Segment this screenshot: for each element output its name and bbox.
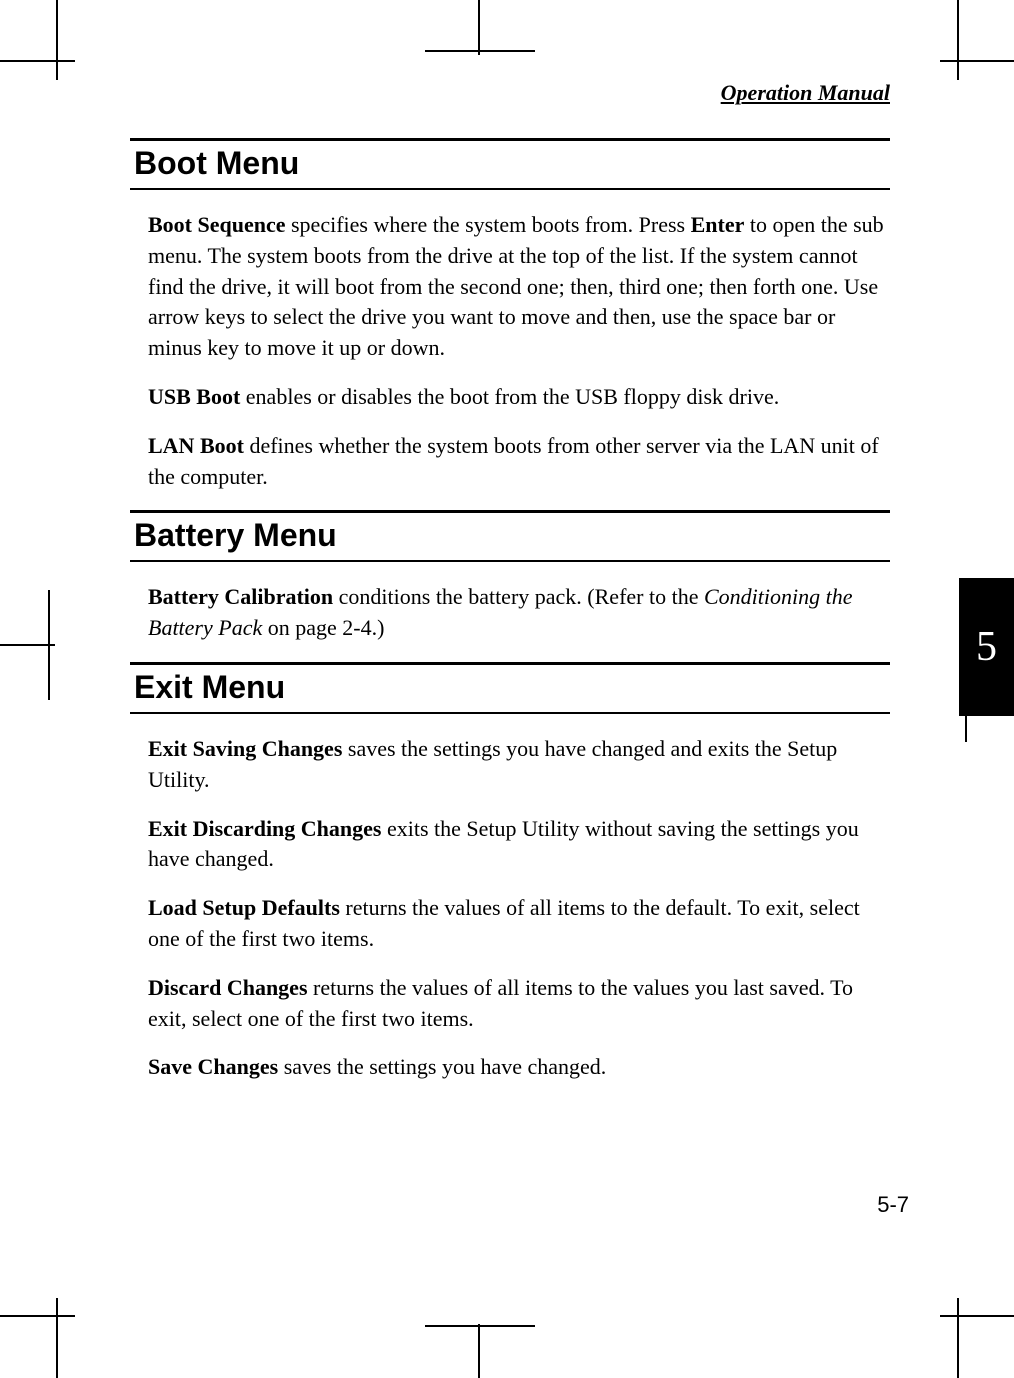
crop-mark xyxy=(965,716,967,742)
term-save-changes: Save Changes xyxy=(148,1054,278,1079)
exit-paragraph-4: Discard Changes returns the values of al… xyxy=(130,973,890,1035)
term-lan-boot: LAN Boot xyxy=(148,433,244,458)
crop-mark xyxy=(0,644,55,646)
exit-paragraph-3: Load Setup Defaults returns the values o… xyxy=(130,893,890,955)
page-number: 5-7 xyxy=(877,1192,909,1218)
term-exit-saving: Exit Saving Changes xyxy=(148,736,342,761)
term-usb-boot: USB Boot xyxy=(148,384,240,409)
text: conditions the battery pack. (Refer to t… xyxy=(333,584,704,609)
exit-paragraph-1: Exit Saving Changes saves the settings y… xyxy=(130,734,890,796)
crop-mark xyxy=(0,60,75,62)
crop-mark xyxy=(0,1315,75,1317)
term-exit-discarding: Exit Discarding Changes xyxy=(148,816,381,841)
crop-mark xyxy=(478,0,480,55)
crop-mark xyxy=(957,0,959,80)
battery-paragraph-1: Battery Calibration conditions the batte… xyxy=(130,582,890,644)
key-enter: Enter xyxy=(691,212,745,237)
term-load-defaults: Load Setup Defaults xyxy=(148,895,340,920)
term-boot-sequence: Boot Sequence xyxy=(148,212,286,237)
chapter-tab: 5 xyxy=(959,578,1014,716)
term-discard-changes: Discard Changes xyxy=(148,975,308,1000)
exit-paragraph-5: Save Changes saves the settings you have… xyxy=(130,1052,890,1083)
running-head: Operation Manual xyxy=(130,80,890,106)
boot-paragraph-1: Boot Sequence specifies where the system… xyxy=(130,210,890,364)
section-title-boot: Boot Menu xyxy=(130,138,890,190)
crop-mark xyxy=(425,1325,535,1327)
crop-mark xyxy=(478,1324,480,1378)
crop-mark xyxy=(56,0,58,80)
crop-mark xyxy=(425,50,535,52)
text: saves the settings you have changed. xyxy=(278,1054,606,1079)
boot-paragraph-3: LAN Boot defines whether the system boot… xyxy=(130,431,890,493)
section-title-battery: Battery Menu xyxy=(130,510,890,562)
crop-mark xyxy=(56,1298,58,1378)
crop-mark xyxy=(940,60,1014,62)
text: defines whether the system boots from ot… xyxy=(148,433,879,489)
term-battery-calibration: Battery Calibration xyxy=(148,584,333,609)
exit-paragraph-2: Exit Discarding Changes exits the Setup … xyxy=(130,814,890,876)
crop-mark xyxy=(957,1298,959,1378)
page-content: Operation Manual Boot Menu Boot Sequence… xyxy=(130,80,890,1101)
crop-mark xyxy=(940,1315,1014,1317)
crop-mark xyxy=(48,590,50,700)
text: enables or disables the boot from the US… xyxy=(240,384,779,409)
boot-paragraph-2: USB Boot enables or disables the boot fr… xyxy=(130,382,890,413)
text: specifies where the system boots from. P… xyxy=(286,212,691,237)
text: on page 2-4.) xyxy=(262,615,384,640)
section-title-exit: Exit Menu xyxy=(130,662,890,714)
